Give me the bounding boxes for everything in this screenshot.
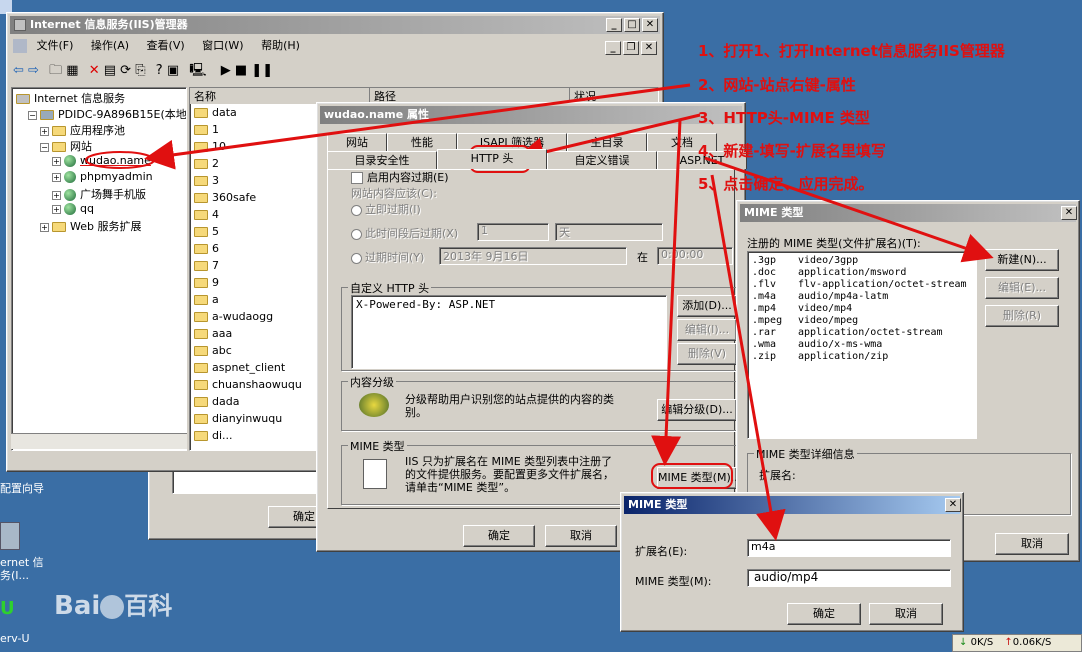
step-3: 3、HTTP头-MIME 类型	[698, 109, 870, 127]
step-2: 2、网站-站点右键-属性	[698, 76, 856, 94]
tab-front-1[interactable]: HTTP 头	[437, 149, 547, 169]
highlight-site	[85, 151, 155, 169]
highlight-mime-button	[651, 463, 733, 489]
step-4: 4、新建-填写-扩展名里填写	[698, 142, 886, 160]
arrow-step1	[144, 83, 691, 170]
arrow-step5	[710, 174, 786, 541]
arrow-step3	[651, 119, 682, 466]
arrow-step2	[514, 113, 701, 168]
step-1: 1、打开1、打开Internet信息服务IIS管理器	[698, 42, 1005, 60]
step-5: 5、点击确定、应用完成。	[698, 175, 874, 193]
annotation-overlay	[85, 83, 994, 541]
